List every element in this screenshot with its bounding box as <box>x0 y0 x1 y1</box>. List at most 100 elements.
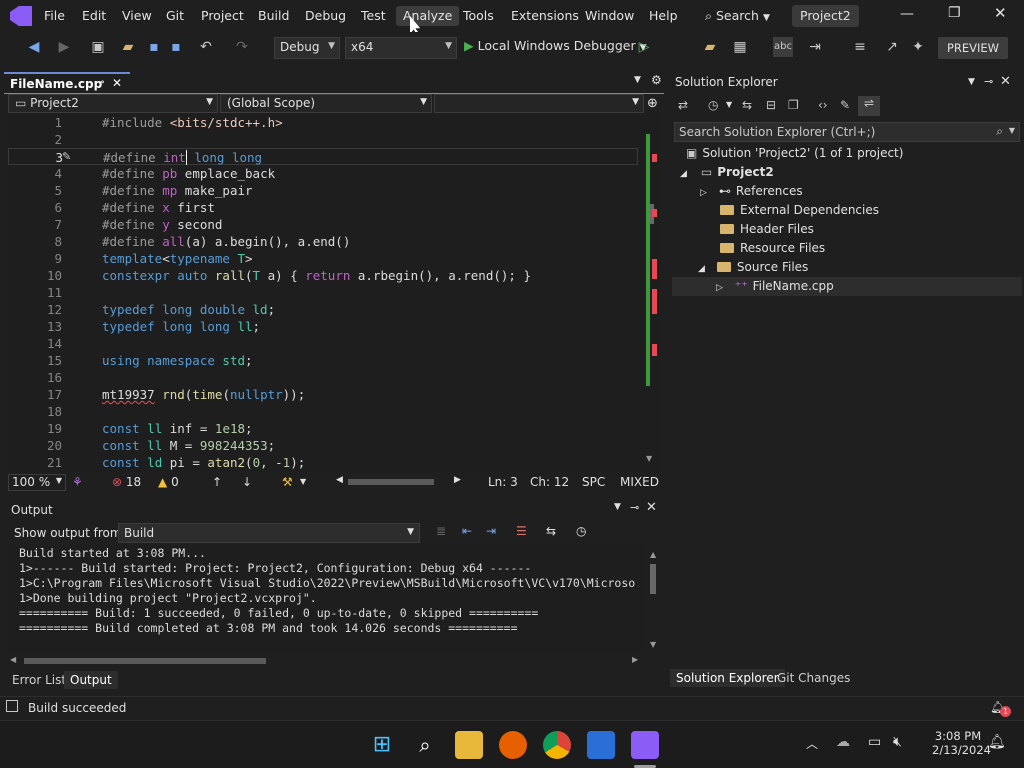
comment-icon[interactable]: ≡ <box>850 37 870 57</box>
scroll-up-icon[interactable]: ▲ <box>650 550 656 559</box>
pin-icon[interactable]: ⊸ <box>96 77 104 88</box>
scroll-thumb[interactable] <box>650 564 656 594</box>
search-icon[interactable]: ⌕ <box>411 731 439 759</box>
undo-icon[interactable]: ↶ <box>196 37 216 57</box>
open-folder-icon[interactable]: ▰ <box>118 37 138 57</box>
pin-icon[interactable]: ⊸ <box>984 75 993 88</box>
next-message-icon[interactable]: ⇥ <box>486 524 496 538</box>
code-line[interactable]: 16 <box>8 369 648 386</box>
windows-start-icon[interactable]: ⊞ <box>368 731 396 759</box>
menu-window[interactable]: Window <box>578 6 641 26</box>
code-line[interactable]: 10 constexpr auto rall(T a) { return a.rb… <box>8 267 648 284</box>
output-text[interactable]: Build started at 3:08 PM... 1>------ Bui… <box>8 546 644 650</box>
menu-edit[interactable]: Edit <box>75 6 113 26</box>
chevron-down-icon[interactable]: ▼ <box>614 502 621 512</box>
copilot-status-icon[interactable]: ⚘ <box>72 475 83 489</box>
close-tab-icon[interactable]: ✕ <box>112 76 122 90</box>
tree-source-files[interactable]: ◢ Source Files <box>698 258 808 277</box>
output-hscrollbar[interactable]: ◀ ▶ <box>8 655 644 667</box>
sync-icon[interactable]: ⇆ <box>742 98 752 112</box>
tab-filename-cpp[interactable]: FileName.cpp ⊸ ✕ <box>4 72 130 93</box>
platform-select[interactable]: x64 ▼ <box>345 37 457 59</box>
menu-debug[interactable]: Debug <box>298 6 353 26</box>
editor-scrollbar[interactable]: ▼ <box>644 114 658 466</box>
line-endings-indicator[interactable]: MIXED <box>620 475 659 489</box>
code-line[interactable]: 5 #define mp make_pair <box>8 182 648 199</box>
code-line[interactable]: 17 mt19937 rnd(time(nullptr)); <box>8 386 648 403</box>
column-indicator[interactable]: Ch: 12 <box>530 475 569 489</box>
code-line[interactable]: 20 const ll M = 998244353; <box>8 437 648 454</box>
error-count[interactable]: ⊗ 18 <box>112 475 141 489</box>
menu-project[interactable]: Project <box>194 6 251 26</box>
menu-view[interactable]: View <box>115 6 159 26</box>
chrome-icon[interactable] <box>543 731 571 759</box>
close-icon[interactable]: ✕ <box>1000 74 1011 89</box>
code-line[interactable]: 2 <box>8 131 648 148</box>
code-line[interactable]: 3 #define int long long <box>8 148 638 165</box>
pin-icon[interactable]: ⊸ <box>630 501 639 514</box>
share-icon[interactable]: ↗ <box>882 37 902 57</box>
output-source-select[interactable]: Build ▼ <box>118 523 420 543</box>
tray-overflow-icon[interactable]: ︿ <box>806 735 818 752</box>
code-line[interactable]: 21 const ld pi = atan2(0, -1); <box>8 454 648 471</box>
quick-actions-icon[interactable]: ✎ <box>62 150 71 163</box>
output-scrollbar[interactable]: ▲ ▼ <box>646 550 660 650</box>
tree-header-files[interactable]: Header Files <box>720 220 814 239</box>
close-icon[interactable]: ✕ <box>646 500 657 515</box>
zoom-select[interactable]: 100 % ▼ <box>8 474 66 491</box>
tree-solution-root[interactable]: ▣ Solution 'Project2' (1 of 1 project) <box>686 144 903 163</box>
menu-file[interactable]: File <box>37 6 72 26</box>
tab-list-icon[interactable]: ▼ <box>634 75 641 85</box>
scroll-right-icon[interactable]: ▶ <box>454 475 461 485</box>
scroll-left-icon[interactable]: ◀ <box>336 475 343 485</box>
code-line[interactable]: 1 #include <bits/stdc++.h> <box>8 114 648 131</box>
tree-filename-cpp[interactable]: ▷ ⁺⁺ FileName.cpp <box>672 277 1022 296</box>
menu-extensions[interactable]: Extensions <box>504 6 586 26</box>
scroll-thumb[interactable] <box>24 658 266 664</box>
menu-tools[interactable]: Tools <box>456 6 501 26</box>
clock[interactable]: 3:08 PM 2/13/2024 <box>932 729 991 757</box>
member-nav-select[interactable]: ▼ <box>434 94 644 113</box>
preview-badge[interactable]: PREVIEW <box>938 37 1008 59</box>
chevron-down-icon[interactable]: ▼ <box>726 100 732 109</box>
chevron-down-icon[interactable]: ▼ <box>300 477 306 486</box>
code-line[interactable]: 11 <box>8 284 648 301</box>
tree-resource-files[interactable]: Resource Files <box>720 239 825 258</box>
scroll-down-icon[interactable]: ▼ <box>646 454 652 463</box>
project-nav-select[interactable]: ▭ Project2 ▼ <box>8 94 218 113</box>
tree-references[interactable]: ▷ ⊷ References <box>700 182 803 201</box>
scroll-left-icon[interactable]: ◀ <box>10 655 16 664</box>
store-icon[interactable] <box>587 731 615 759</box>
close-icon[interactable]: ✕ <box>994 4 1007 22</box>
volume-muted-icon[interactable]: 🔇︎ <box>893 734 902 750</box>
scroll-right-icon[interactable]: ▶ <box>632 655 638 664</box>
new-project-icon[interactable]: ▣ <box>88 37 108 57</box>
tree-external-dependencies[interactable]: External Dependencies <box>720 201 879 220</box>
history-icon[interactable]: ◷ <box>708 98 718 112</box>
menu-test[interactable]: Test <box>354 6 393 26</box>
search-button[interactable]: ⌕ Search ▼ <box>705 8 770 24</box>
code-line[interactable]: 19 const ll inf = 1e18; <box>8 420 648 437</box>
code-line[interactable]: 7 #define y second <box>8 216 648 233</box>
forward-icon[interactable]: ▶ <box>54 37 74 57</box>
show-all-files-icon[interactable]: ❐ <box>788 98 799 112</box>
spacing-indicator[interactable]: SPC <box>582 475 605 489</box>
code-line[interactable]: 15 using namespace std; <box>8 352 648 369</box>
switch-views-icon[interactable]: ⇄ <box>678 98 688 112</box>
horizontal-scroll-thumb[interactable] <box>348 479 434 485</box>
save-all-icon[interactable]: ▪ <box>166 37 186 57</box>
back-icon[interactable]: ◀ <box>24 37 44 57</box>
tab-error-list[interactable]: Error List <box>6 671 72 689</box>
copilot-icon[interactable]: ✦ <box>908 37 928 57</box>
file-explorer-icon[interactable] <box>455 731 483 759</box>
collapse-all-icon[interactable]: ⊟ <box>766 98 776 112</box>
notification-bell-icon[interactable]: 🔔︎ <box>988 734 1006 750</box>
chevron-down-icon[interactable]: ▼ <box>968 77 975 87</box>
code-line[interactable]: 9 template<typename T> <box>8 250 648 267</box>
spell-check-icon[interactable]: abc <box>773 37 793 57</box>
scroll-down-icon[interactable]: ▼ <box>650 640 656 649</box>
minimize-icon[interactable]: — <box>900 6 914 22</box>
menu-build[interactable]: Build <box>251 6 296 26</box>
code-line[interactable]: 6 #define x first <box>8 199 648 216</box>
cleanup-brush-icon[interactable]: ⚒ <box>282 475 293 489</box>
